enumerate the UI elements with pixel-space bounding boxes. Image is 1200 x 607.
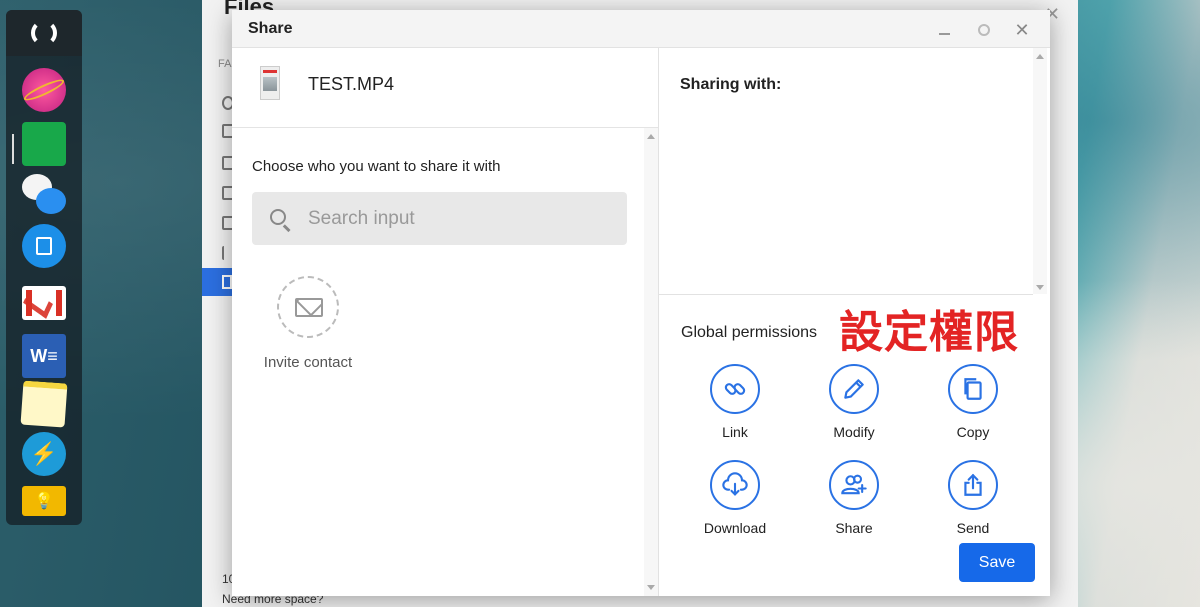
- invite-label: Invite contact: [263, 354, 353, 371]
- add-user-icon: [829, 460, 879, 510]
- copy-icon: [948, 364, 998, 414]
- file-row: TEST.MP4: [232, 48, 658, 128]
- scroll-down-icon[interactable]: [647, 585, 655, 590]
- search-icon: [270, 209, 286, 225]
- active-indicator: [12, 134, 14, 164]
- choose-label: Choose who you want to share it with: [252, 158, 501, 175]
- files-side-label: FA: [218, 58, 232, 70]
- upload-icon: [948, 460, 998, 510]
- permission-modify[interactable]: Modify: [804, 364, 904, 440]
- permission-label: Download: [703, 520, 767, 536]
- save-button[interactable]: Save: [959, 543, 1035, 582]
- invite-circle: [277, 276, 339, 338]
- search-box[interactable]: [252, 192, 627, 245]
- download-cloud-icon: [710, 460, 760, 510]
- permission-link[interactable]: Link: [685, 364, 785, 440]
- invite-contact-button[interactable]: Invite contact: [258, 276, 358, 371]
- bulb-app-icon[interactable]: 💡: [22, 486, 66, 516]
- bolt-app-icon[interactable]: ⚡: [22, 432, 66, 476]
- app-dock: W≡ ⚡ 💡: [6, 10, 82, 525]
- scroll-up-icon[interactable]: [647, 134, 655, 139]
- permission-send[interactable]: Send: [923, 460, 1023, 536]
- permission-label: Send: [956, 520, 990, 536]
- annotation-text: 設定權限: [839, 307, 1019, 358]
- permission-download[interactable]: Download: [685, 460, 785, 536]
- mail-icon: [295, 298, 323, 317]
- video-icon: [222, 275, 232, 289]
- pencil-icon: [829, 364, 879, 414]
- permission-copy[interactable]: Copy: [923, 364, 1023, 440]
- permission-label: Link: [722, 424, 748, 440]
- search-input[interactable]: [308, 206, 608, 232]
- permission-share[interactable]: Share: [804, 460, 904, 536]
- store-app-icon[interactable]: [22, 224, 66, 268]
- share-right-pane: Sharing with: Global permissions 設定權限 Li…: [659, 48, 1050, 596]
- sharing-with-label: Sharing with:: [680, 76, 782, 93]
- permission-label: Share: [835, 520, 873, 536]
- global-permissions-label: Global permissions: [681, 324, 818, 341]
- permission-label: Modify: [833, 424, 875, 440]
- dialog-header: Share ✕: [232, 10, 1050, 48]
- left-scrollbar[interactable]: [644, 128, 658, 596]
- maximize-icon: [978, 24, 990, 36]
- minimize-button[interactable]: [934, 20, 954, 40]
- close-icon: ✕: [1014, 19, 1030, 40]
- scroll-down-icon[interactable]: [1036, 285, 1044, 290]
- chat-app-icon[interactable]: [22, 174, 66, 218]
- word-app-icon[interactable]: W≡: [22, 334, 66, 378]
- close-button[interactable]: ✕: [1012, 20, 1032, 40]
- files-app-icon[interactable]: [22, 122, 66, 166]
- maximize-button[interactable]: [974, 20, 994, 40]
- file-name: TEST.MP4: [308, 74, 395, 94]
- scroll-up-icon[interactable]: [1036, 54, 1044, 59]
- file-thumbnail: [260, 66, 280, 100]
- gmail-app-icon[interactable]: [22, 286, 66, 320]
- share-dialog: Share ✕ TEST.MP4 Choose who you want to …: [232, 10, 1050, 596]
- share-left-pane: TEST.MP4 Choose who you want to share it…: [232, 48, 658, 596]
- link-icon: [710, 364, 760, 414]
- permission-label: Copy: [956, 424, 990, 440]
- dialog-title: Share: [248, 20, 293, 37]
- right-scrollbar[interactable]: [1033, 48, 1047, 294]
- minimize-icon: [938, 33, 950, 35]
- sync-app-icon[interactable]: [6, 10, 82, 56]
- sidebar-item-videos[interactable]: [202, 268, 232, 296]
- right-lower-scrollbar[interactable]: [1033, 296, 1047, 596]
- right-separator: [659, 294, 1033, 295]
- planet-app-icon[interactable]: [21, 68, 67, 112]
- notes-app-icon[interactable]: [20, 380, 68, 428]
